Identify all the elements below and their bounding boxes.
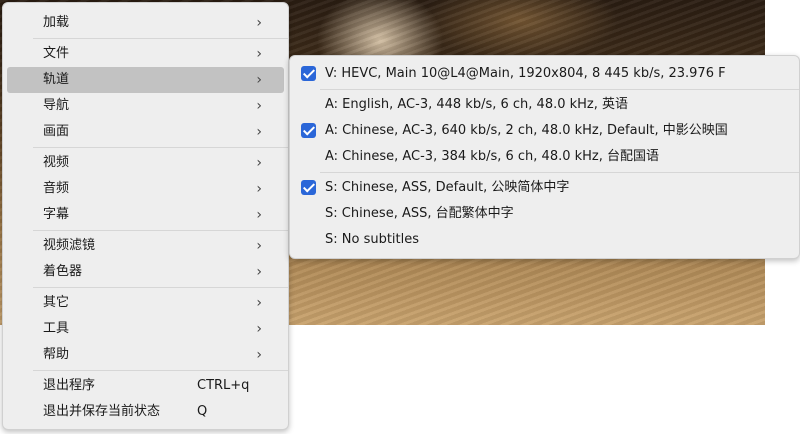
menu-item-video-filters[interactable]: 视频滤镜 › (7, 233, 284, 259)
menu-item-load[interactable]: 加载 › (7, 10, 284, 36)
track-label: S: No subtitles (325, 232, 420, 247)
menu-item-label: 文件 (43, 46, 70, 61)
menu-item-other[interactable]: 其它 › (7, 290, 284, 316)
menu-separator (33, 147, 288, 148)
menu-item-label: 退出程序 (43, 378, 96, 393)
menu-item-navigate[interactable]: 导航 › (7, 93, 284, 119)
menu-item-label: 音频 (43, 181, 70, 196)
track-item-subtitle[interactable]: S: Chinese, ASS, 台配繁体中字 (290, 201, 799, 227)
menu-separator (33, 287, 288, 288)
checkmark-icon (301, 180, 316, 195)
chevron-right-icon: › (256, 238, 262, 254)
menu-item-label: 轨道 (43, 72, 70, 87)
menu-separator (33, 370, 288, 371)
chevron-right-icon: › (256, 155, 262, 171)
chevron-right-icon: › (256, 124, 262, 140)
menu-item-label: 其它 (43, 295, 70, 310)
menu-item-shaders[interactable]: 着色器 › (7, 259, 284, 285)
menu-item-subtitles[interactable]: 字幕 › (7, 202, 284, 228)
chevron-right-icon: › (256, 264, 262, 280)
chevron-right-icon: › (256, 321, 262, 337)
chevron-right-icon: › (256, 46, 262, 62)
menu-item-label: 加载 (43, 15, 70, 30)
track-label: A: Chinese, AC-3, 384 kb/s, 6 ch, 48.0 k… (325, 149, 660, 164)
menu-item-label: 工具 (43, 321, 70, 336)
chevron-right-icon: › (256, 98, 262, 114)
shortcut-label: CTRL+q (197, 378, 250, 393)
track-item-video[interactable]: V: HEVC, Main 10@L4@Main, 1920x804, 8 44… (290, 61, 799, 87)
menu-separator (33, 38, 288, 39)
track-label: S: Chinese, ASS, 台配繁体中字 (325, 206, 514, 221)
chevron-right-icon: › (256, 181, 262, 197)
menu-item-audio[interactable]: 音频 › (7, 176, 284, 202)
chevron-right-icon: › (256, 72, 262, 88)
menu-item-label: 字幕 (43, 207, 70, 222)
menu-item-label: 帮助 (43, 347, 70, 362)
tracks-submenu: V: HEVC, Main 10@L4@Main, 1920x804, 8 44… (289, 55, 800, 259)
chevron-right-icon: › (256, 347, 262, 363)
track-item-subtitle[interactable]: S: Chinese, ASS, Default, 公映简体中字 (290, 175, 799, 201)
menu-item-label: 着色器 (43, 264, 83, 279)
checkmark-icon (301, 66, 316, 81)
menu-separator (320, 172, 799, 173)
menu-item-label: 导航 (43, 98, 70, 113)
checkmark-icon (301, 123, 316, 138)
chevron-right-icon: › (256, 295, 262, 311)
menu-item-label: 退出并保存当前状态 (43, 404, 161, 419)
menu-item-file[interactable]: 文件 › (7, 41, 284, 67)
menu-separator (320, 89, 799, 90)
menu-item-label: 视频滤镜 (43, 238, 96, 253)
track-item-subtitle[interactable]: S: No subtitles (290, 227, 799, 253)
menu-item-label: 画面 (43, 124, 70, 139)
shortcut-label: Q (197, 404, 208, 419)
track-label: V: HEVC, Main 10@L4@Main, 1920x804, 8 44… (325, 66, 726, 81)
menu-item-quit-save-state[interactable]: 退出并保存当前状态 Q (7, 399, 284, 425)
menu-item-tracks[interactable]: 轨道 › (7, 67, 284, 93)
track-label: S: Chinese, ASS, Default, 公映简体中字 (325, 180, 570, 195)
chevron-right-icon: › (256, 15, 262, 31)
context-menu: 加载 › 文件 › 轨道 › 导航 › 画面 › 视频 › 音频 › 字幕 › … (2, 2, 289, 430)
menu-item-tools[interactable]: 工具 › (7, 316, 284, 342)
menu-item-help[interactable]: 帮助 › (7, 342, 284, 368)
track-item-audio[interactable]: A: Chinese, AC-3, 384 kb/s, 6 ch, 48.0 k… (290, 144, 799, 170)
menu-separator (33, 230, 288, 231)
menu-item-label: 视频 (43, 155, 70, 170)
track-label: A: Chinese, AC-3, 640 kb/s, 2 ch, 48.0 k… (325, 123, 728, 138)
chevron-right-icon: › (256, 207, 262, 223)
menu-item-video[interactable]: 视频 › (7, 150, 284, 176)
menu-item-picture[interactable]: 画面 › (7, 119, 284, 145)
track-item-audio[interactable]: A: English, AC-3, 448 kb/s, 6 ch, 48.0 k… (290, 92, 799, 118)
track-label: A: English, AC-3, 448 kb/s, 6 ch, 48.0 k… (325, 97, 629, 112)
menu-item-quit[interactable]: 退出程序 CTRL+q (7, 373, 284, 399)
track-item-audio[interactable]: A: Chinese, AC-3, 640 kb/s, 2 ch, 48.0 k… (290, 118, 799, 144)
